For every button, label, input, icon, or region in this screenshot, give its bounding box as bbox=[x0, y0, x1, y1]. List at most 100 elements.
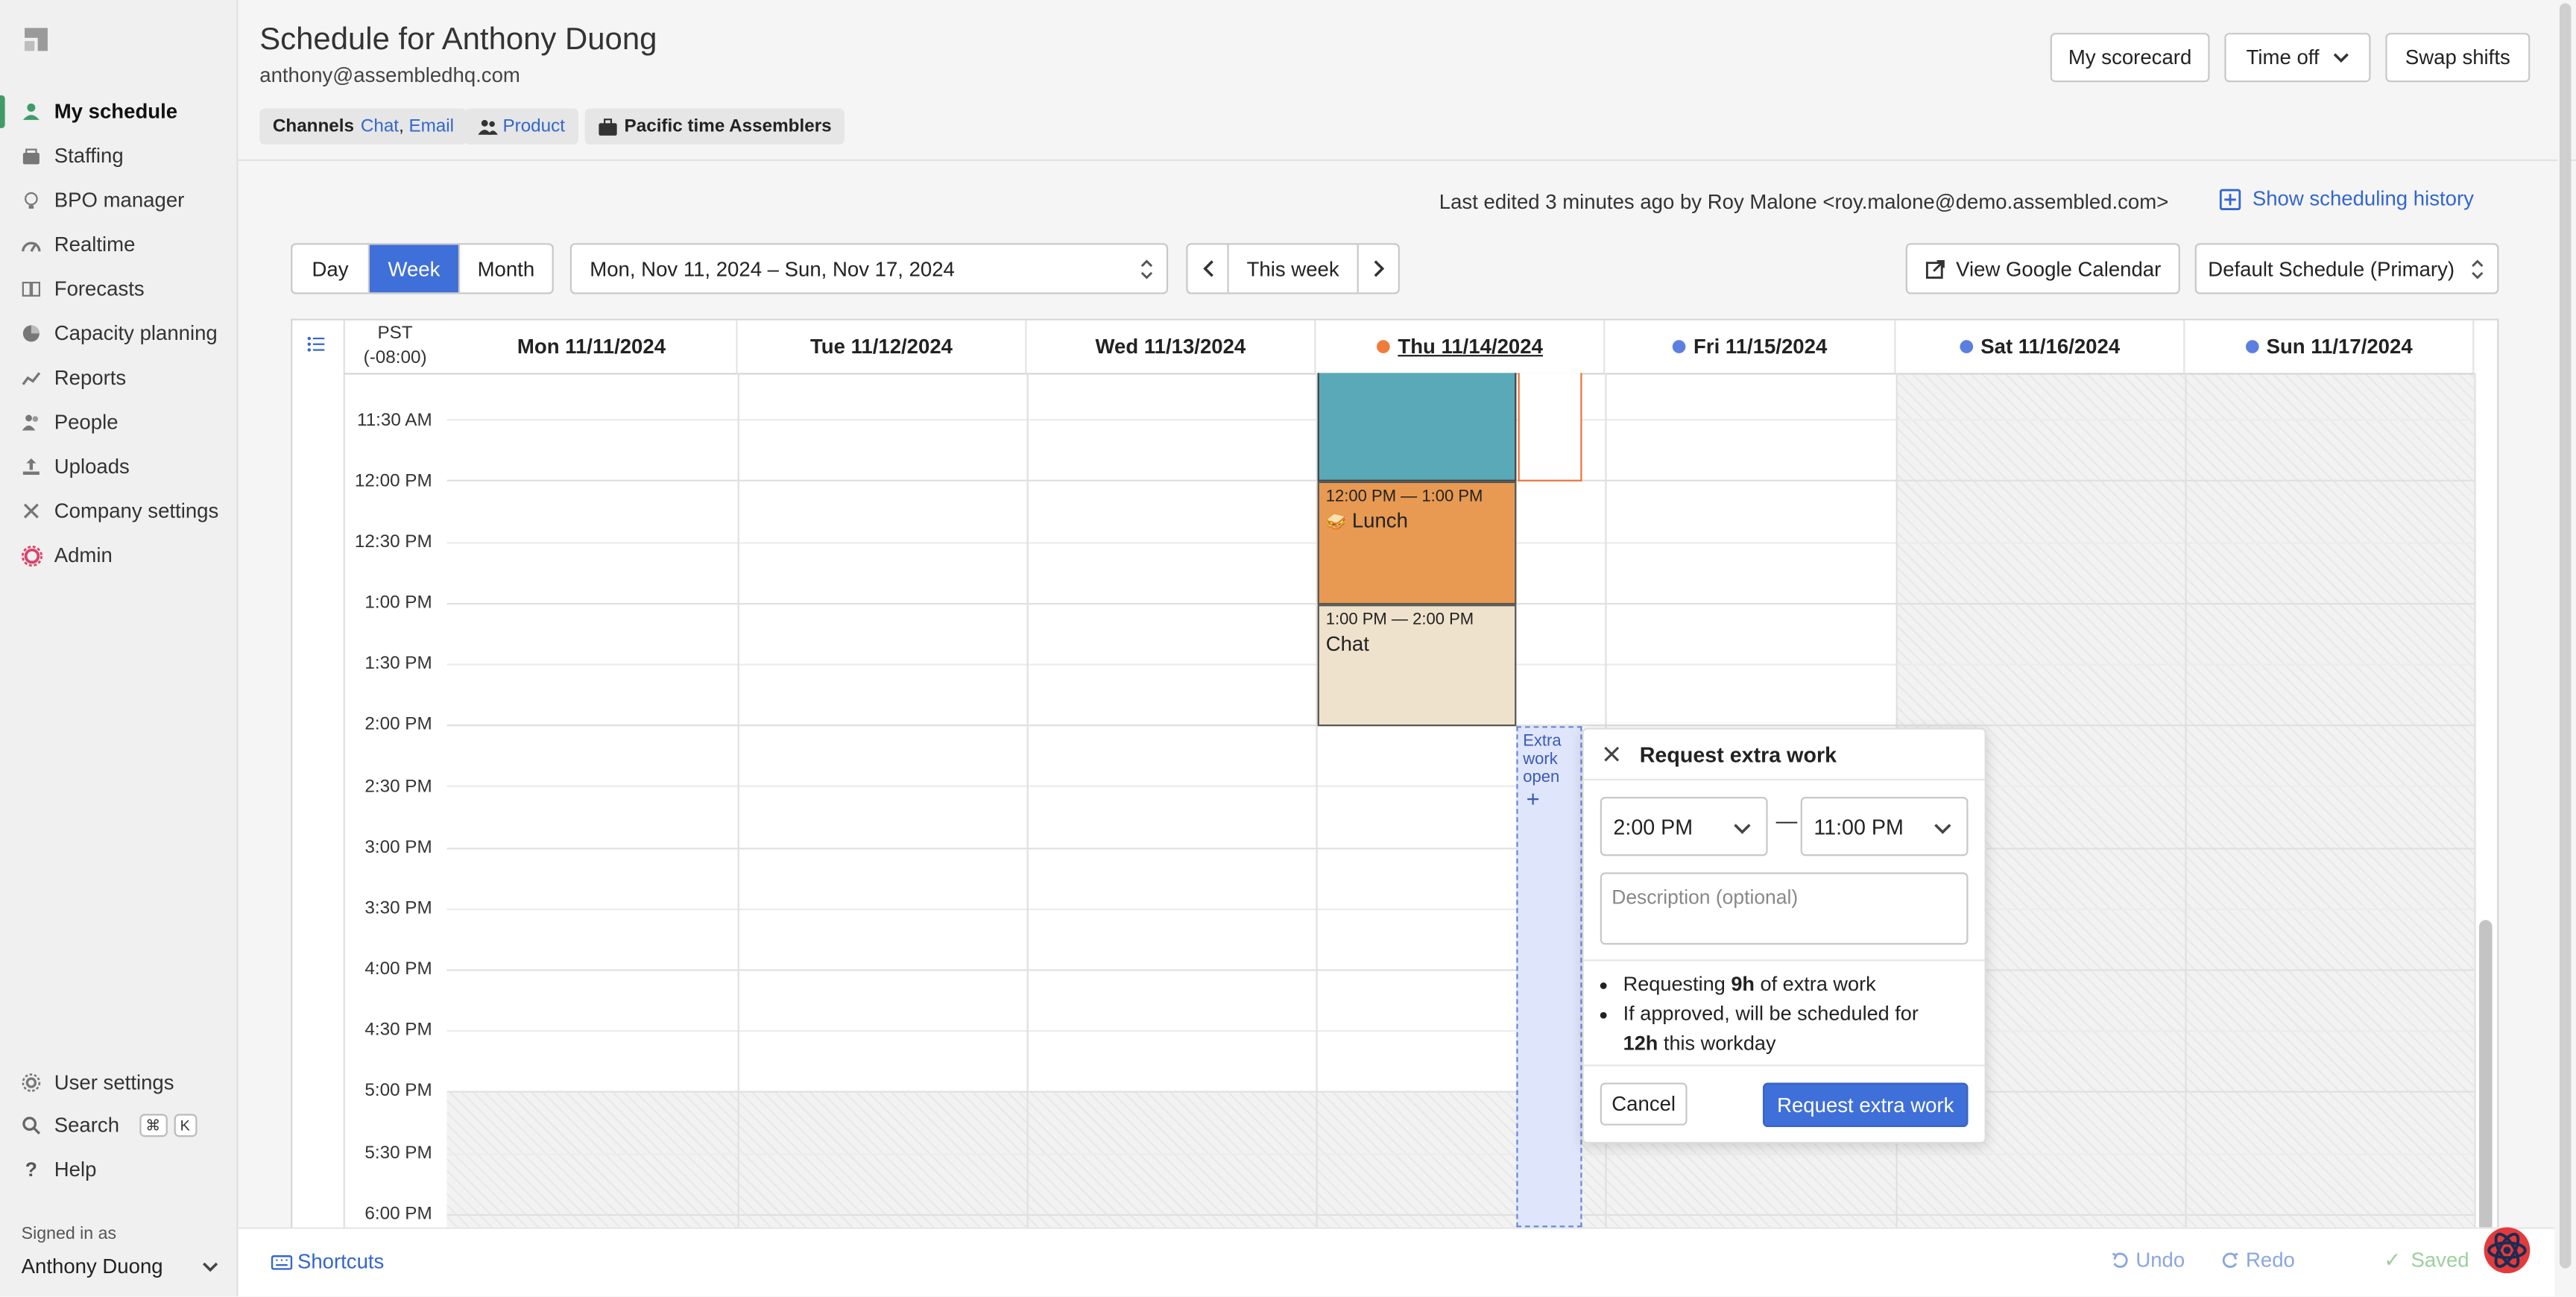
cancel-button[interactable]: Cancel bbox=[1600, 1082, 1688, 1126]
day-label: Wed 11/13/2024 bbox=[1095, 335, 1246, 359]
up-down-chevron-icon bbox=[1140, 259, 1153, 280]
lunch-event[interactable]: 12:00 PM — 1:00 PM 🥪 Lunch bbox=[1317, 481, 1517, 605]
schedule-select-value: Default Schedule (Primary) bbox=[2208, 256, 2455, 280]
my-scorecard-button[interactable]: My scorecard bbox=[2050, 33, 2210, 83]
view-google-calendar-button[interactable]: View Google Calendar bbox=[1905, 243, 2180, 294]
day-header-wed[interactable]: Wed 11/13/2024 bbox=[1026, 320, 1316, 373]
end-time-select[interactable]: 11:00 PM bbox=[1800, 796, 1969, 856]
time-label: 4:30 PM bbox=[364, 1020, 432, 1041]
sidebar-item-admin[interactable]: Admin bbox=[0, 536, 236, 575]
view-month-button[interactable]: Month bbox=[458, 244, 552, 293]
view-day-button[interactable]: Day bbox=[292, 244, 370, 293]
requesting-hours-text: Requesting 9h of extra work bbox=[1623, 969, 1969, 999]
user-menu[interactable]: Anthony Duong bbox=[22, 1255, 218, 1278]
kbd-k: K bbox=[173, 1114, 197, 1137]
sidebar-item-people[interactable]: People bbox=[0, 403, 236, 442]
user-name: Anthony Duong bbox=[21, 1255, 163, 1278]
assembled-logo-icon[interactable] bbox=[22, 25, 51, 54]
time-off-label: Time off bbox=[2246, 45, 2320, 69]
channel-email-link[interactable]: Email bbox=[408, 116, 454, 136]
sidebar-item-capacity-planning[interactable]: Capacity planning bbox=[0, 314, 236, 353]
sidebar-item-label: Capacity planning bbox=[54, 322, 218, 345]
next-week-button[interactable] bbox=[1357, 244, 1398, 293]
user-email: anthony@assembledhq.com bbox=[259, 63, 520, 87]
sidebar-item-forecasts[interactable]: Forecasts bbox=[0, 269, 236, 309]
start-time-select[interactable]: 2:00 PM bbox=[1600, 796, 1768, 856]
divider bbox=[1583, 1064, 1985, 1067]
sidebar-item-reports[interactable]: Reports bbox=[0, 358, 236, 397]
extra-work-open-block[interactable]: Extra work open + bbox=[1516, 726, 1582, 1228]
sidebar-item-uploads[interactable]: Uploads bbox=[0, 447, 236, 487]
sidebar-item-staffing[interactable]: Staffing bbox=[0, 136, 236, 176]
grid-line bbox=[446, 1091, 2475, 1093]
day-header-mon[interactable]: Mon 11/11/2024 bbox=[446, 320, 738, 373]
help-link[interactable]: ? Help bbox=[0, 1150, 236, 1190]
sidebar-item-realtime[interactable]: Realtime bbox=[0, 225, 236, 265]
time-range-dash: — bbox=[1775, 808, 1798, 833]
day-header-sun[interactable]: Sun 11/17/2024 bbox=[2185, 320, 2475, 373]
approved-hours-text: If approved, will be scheduled for12h th… bbox=[1623, 999, 1969, 1058]
chat-event[interactable]: 1:00 PM — 2:00 PM Chat bbox=[1317, 605, 1517, 727]
signed-in-as-label: Signed in as bbox=[21, 1224, 117, 1244]
channel-chat-link[interactable]: Chat bbox=[361, 116, 399, 136]
show-history-link[interactable]: Show scheduling history bbox=[2219, 187, 2474, 210]
question-icon: ? bbox=[25, 1158, 37, 1181]
chevron-down-icon bbox=[203, 1261, 218, 1272]
view-week-button[interactable]: Week bbox=[369, 244, 458, 293]
shift-block-teal[interactable] bbox=[1317, 373, 1517, 482]
redo-icon bbox=[2222, 1252, 2238, 1267]
day-header-tue[interactable]: Tue 11/12/2024 bbox=[737, 320, 1027, 373]
search-link[interactable]: Search ⌘ K bbox=[0, 1105, 236, 1145]
redo-button[interactable]: Redo bbox=[2221, 1249, 2295, 1272]
channel-separator: , bbox=[399, 116, 404, 136]
add-extra-work-plus-icon[interactable]: + bbox=[1518, 787, 1581, 810]
day-header-sat[interactable]: Sat 11/16/2024 bbox=[1895, 320, 2185, 373]
shortcuts-link[interactable]: Shortcuts bbox=[271, 1250, 385, 1274]
help-label: Help bbox=[54, 1158, 97, 1181]
sidebar-item-label: Reports bbox=[54, 366, 127, 390]
undo-button[interactable]: Undo bbox=[2111, 1249, 2185, 1272]
description-input[interactable]: Description (optional) bbox=[1600, 872, 1969, 945]
time-off-outline-block[interactable] bbox=[1518, 373, 1582, 482]
check-icon: ✓ bbox=[2384, 1249, 2402, 1272]
day-label: Mon 11/11/2024 bbox=[517, 335, 666, 359]
day-header-fri[interactable]: Fri 11/15/2024 bbox=[1605, 320, 1896, 373]
date-range-select[interactable]: Mon, Nov 11, 2024 – Sun, Nov 17, 2024 bbox=[569, 243, 1169, 294]
prev-week-button[interactable] bbox=[1188, 244, 1229, 293]
day-header-thu[interactable]: Thu 11/14/2024 bbox=[1316, 320, 1606, 373]
day-label: Sat 11/16/2024 bbox=[1980, 335, 2121, 359]
this-week-button[interactable]: This week bbox=[1229, 244, 1357, 292]
site-label: Pacific time Assemblers bbox=[624, 116, 832, 136]
sidebar-item-bpo-manager[interactable]: BPO manager bbox=[0, 180, 236, 220]
chevron-down-icon bbox=[1934, 824, 1951, 834]
react-devtools-icon[interactable] bbox=[2481, 1221, 2534, 1280]
grid-line bbox=[446, 1153, 2475, 1155]
person-icon bbox=[19, 100, 42, 123]
page-scrollbar[interactable] bbox=[2559, 3, 2572, 1269]
calendar-scrollbar[interactable] bbox=[2478, 920, 2493, 1233]
keyboard-icon bbox=[271, 1254, 293, 1269]
close-icon[interactable] bbox=[1603, 746, 1620, 763]
schedule-select[interactable]: Default Schedule (Primary) bbox=[2194, 243, 2499, 294]
time-label: 2:00 PM bbox=[364, 714, 432, 735]
time-label: 12:30 PM bbox=[354, 532, 432, 552]
user-settings-link[interactable]: User settings bbox=[0, 1063, 236, 1102]
gear-icon bbox=[19, 544, 42, 567]
grid-line bbox=[446, 908, 2475, 911]
time-label: 1:30 PM bbox=[364, 654, 432, 674]
google-cal-label: View Google Calendar bbox=[1956, 256, 2162, 280]
swap-shifts-button[interactable]: Swap shifts bbox=[2385, 33, 2531, 83]
sidebar-item-company-settings[interactable]: Company settings bbox=[0, 491, 236, 531]
sidebar-item-my-schedule[interactable]: My schedule bbox=[0, 92, 236, 131]
time-off-button[interactable]: Time off bbox=[2224, 33, 2371, 83]
staffing-icon bbox=[19, 145, 42, 168]
team-link[interactable]: Product bbox=[502, 116, 565, 136]
sidebar: My schedule Staffing BPO manager Realtim… bbox=[0, 0, 239, 1297]
sidebar-item-label: BPO manager bbox=[54, 189, 185, 212]
request-extra-work-button[interactable]: Request extra work bbox=[1762, 1082, 1969, 1128]
list-icon[interactable] bbox=[307, 335, 325, 353]
shortcuts-label: Shortcuts bbox=[297, 1250, 385, 1274]
event-title: Chat bbox=[1325, 632, 1369, 656]
event-title: 🥪 Lunch bbox=[1326, 509, 1509, 532]
team-chip[interactable]: Product bbox=[464, 108, 578, 145]
